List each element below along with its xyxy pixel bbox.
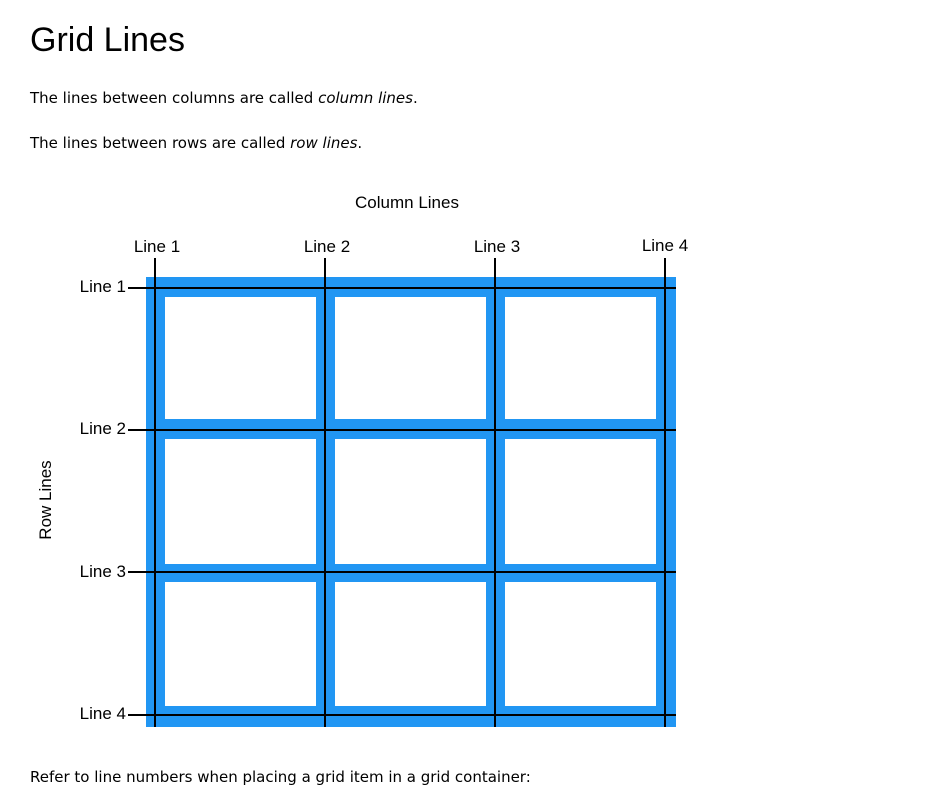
grid-cell <box>335 582 486 706</box>
grid-cell <box>505 439 656 564</box>
footer-paragraph: Refer to line numbers when placing a gri… <box>30 768 531 786</box>
grid-cell <box>335 297 486 419</box>
grid-cell <box>505 582 656 706</box>
row-line-label: Line 1 <box>80 277 126 296</box>
column-line-label: Line 1 <box>134 237 180 256</box>
column-lines-heading: Column Lines <box>355 193 459 212</box>
row-line-label: Line 3 <box>80 562 126 581</box>
row-line-label: Line 2 <box>80 419 126 438</box>
column-line-label: Line 4 <box>642 236 688 255</box>
grid-cell <box>165 582 316 706</box>
grid-lines-diagram: Column Lines Row Lines Line 1 Line 2 Lin… <box>36 193 688 727</box>
grid-cell <box>165 297 316 419</box>
row-lines-heading: Row Lines <box>36 460 55 539</box>
row-line-label: Line 4 <box>80 704 126 723</box>
grid-cell <box>165 439 316 564</box>
column-line-label: Line 2 <box>304 237 350 256</box>
column-line-label: Line 3 <box>474 237 520 256</box>
grid-cell <box>505 297 656 419</box>
grid-cell <box>335 439 486 564</box>
grid-cells <box>165 297 656 706</box>
